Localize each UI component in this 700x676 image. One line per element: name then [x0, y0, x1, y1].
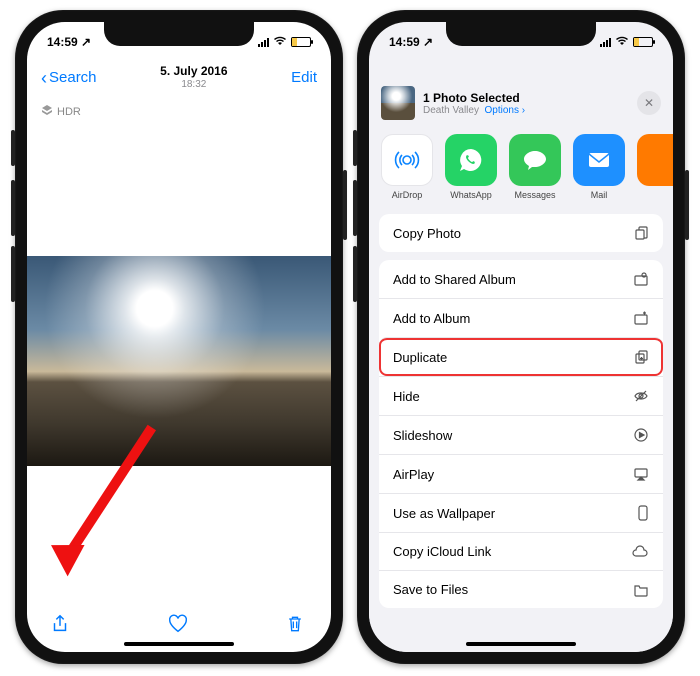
close-icon: ✕ — [644, 96, 654, 110]
share-app-more[interactable] — [637, 134, 673, 200]
action-add-shared-album[interactable]: Add to Shared Album — [379, 260, 663, 298]
screen-photo-detail: 14:59 ↗ ‹ Search 5. July 2016 18:32 Edit — [27, 22, 331, 652]
battery-icon — [633, 37, 653, 47]
wifi-icon — [273, 35, 287, 49]
action-hide[interactable]: Hide — [379, 376, 663, 415]
share-button[interactable] — [49, 613, 73, 637]
action-wallpaper[interactable]: Use as Wallpaper — [379, 493, 663, 532]
album-icon — [631, 310, 649, 326]
sheet-subtitle: Death Valley Options › — [423, 105, 525, 116]
shared-album-icon — [631, 271, 649, 287]
share-sheet-header: 1 Photo Selected Death Valley Options › … — [369, 76, 673, 130]
play-icon — [631, 427, 649, 443]
trash-button[interactable] — [285, 613, 309, 637]
hdr-badge: HDR — [27, 100, 331, 123]
nav-bar: ‹ Search 5. July 2016 18:32 Edit — [27, 56, 331, 100]
screen-share-sheet: 14:59 ↗ 1 Photo Selected Death Valley Op… — [369, 22, 673, 652]
cloud-icon — [631, 545, 649, 559]
phone-left: 14:59 ↗ ‹ Search 5. July 2016 18:32 Edit — [15, 10, 343, 664]
whatsapp-icon — [445, 134, 497, 186]
close-button[interactable]: ✕ — [637, 91, 661, 115]
share-app-mail[interactable]: Mail — [573, 134, 625, 200]
layers-icon — [41, 104, 53, 119]
selected-photo-thumbnail — [381, 86, 415, 120]
airdrop-icon — [381, 134, 433, 186]
status-time: 14:59 ↗ — [389, 35, 433, 49]
messages-icon — [509, 134, 561, 186]
share-apps-row[interactable]: AirDrop WhatsApp Messages — [369, 130, 673, 206]
action-copy-photo[interactable]: Copy Photo — [379, 214, 663, 252]
mail-icon — [573, 134, 625, 186]
back-button[interactable]: ‹ Search — [41, 69, 97, 87]
wifi-icon — [615, 35, 629, 49]
phone-right: 14:59 ↗ 1 Photo Selected Death Valley Op… — [357, 10, 685, 664]
actions-list[interactable]: Copy Photo Add to Shared Album — [369, 206, 673, 652]
action-slideshow[interactable]: Slideshow — [379, 415, 663, 454]
options-link[interactable]: Options › — [485, 105, 526, 116]
cellular-signal-icon — [258, 38, 269, 47]
share-app-whatsapp[interactable]: WhatsApp — [445, 134, 497, 200]
folder-icon — [631, 583, 649, 597]
edit-button[interactable]: Edit — [291, 69, 317, 86]
favorite-button[interactable] — [167, 613, 191, 637]
copy-icon — [631, 225, 649, 241]
share-sheet: 1 Photo Selected Death Valley Options › … — [369, 76, 673, 652]
more-app-icon — [637, 134, 673, 186]
wallpaper-icon — [631, 505, 649, 521]
status-time: 14:59 ↗ — [47, 35, 91, 49]
photo-preview[interactable] — [27, 256, 331, 466]
battery-icon — [291, 37, 311, 47]
notch — [104, 22, 254, 46]
cellular-signal-icon — [600, 38, 611, 47]
chevron-left-icon: ‹ — [41, 69, 47, 87]
airplay-icon — [631, 466, 649, 482]
action-airplay[interactable]: AirPlay — [379, 454, 663, 493]
action-duplicate[interactable]: Duplicate — [379, 337, 663, 376]
action-add-album[interactable]: Add to Album — [379, 298, 663, 337]
hide-icon — [631, 388, 649, 404]
sheet-title: 1 Photo Selected — [423, 91, 525, 105]
nav-title: 5. July 2016 18:32 — [160, 65, 227, 90]
home-indicator — [466, 642, 576, 646]
action-icloud-link[interactable]: Copy iCloud Link — [379, 532, 663, 570]
duplicate-icon — [631, 349, 649, 365]
share-app-messages[interactable]: Messages — [509, 134, 561, 200]
action-save-files[interactable]: Save to Files — [379, 570, 663, 608]
back-label: Search — [49, 69, 97, 86]
notch — [446, 22, 596, 46]
share-app-airdrop[interactable]: AirDrop — [381, 134, 433, 200]
home-indicator — [124, 642, 234, 646]
